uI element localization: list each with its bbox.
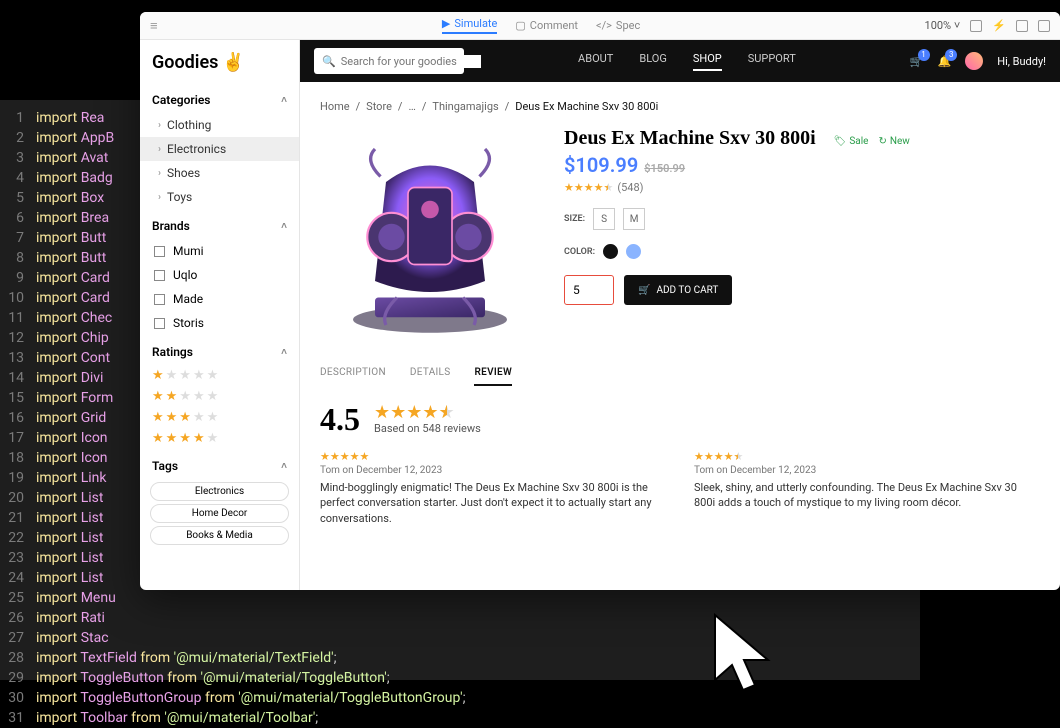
section-ratings[interactable]: Ratings˄	[140, 335, 299, 365]
price-old: $150.99	[644, 162, 685, 175]
category-clothing[interactable]: ›Clothing	[140, 113, 299, 137]
breadcrumb: Home / Store / … / Thingamajigs / Deus E…	[320, 100, 1040, 113]
tab-details[interactable]: DETAILS	[410, 367, 451, 386]
search-field[interactable]	[341, 55, 481, 68]
color-blue[interactable]	[626, 244, 641, 259]
tag-books-media[interactable]: Books & Media	[150, 526, 289, 545]
review-stars: ★★★★★	[320, 450, 666, 463]
chip-sale: 🏷Sale	[834, 136, 869, 147]
review-score: 4.5	[320, 401, 360, 438]
size-m[interactable]: M	[623, 208, 645, 230]
cart-icon[interactable]: 🛒1	[910, 55, 924, 68]
refresh-icon: ↻	[878, 136, 886, 147]
tool-icon-1[interactable]	[970, 20, 982, 32]
product-rating: ★★★★★★(548)	[564, 181, 1040, 194]
tab-description[interactable]: DESCRIPTION	[320, 367, 386, 386]
product-image	[320, 127, 540, 347]
brand-storis[interactable]: Storis	[140, 311, 299, 335]
review-item: ★★★★★ Tom on December 12, 2023 Mind-bogg…	[320, 450, 666, 526]
crumb-current: Deus Ex Machine Sxv 30 800i	[515, 100, 658, 113]
logo: Goodies ✌	[140, 50, 299, 83]
crumb-thingamajigs[interactable]: Thingamajigs	[432, 100, 498, 113]
rating-filter-2[interactable]: ★★★★★	[140, 386, 299, 407]
chevron-up-icon: ˄	[281, 95, 287, 106]
tool-icon-3[interactable]	[1038, 20, 1050, 32]
summary-stars: ★★★★★★	[374, 404, 481, 422]
review-text: Sleek, shiny, and utterly confounding. T…	[694, 480, 1040, 511]
rating-filter-4[interactable]: ★★★★★	[140, 428, 299, 449]
tag-electronics[interactable]: Electronics	[150, 482, 289, 501]
avatar[interactable]	[965, 52, 983, 70]
chevron-up-icon: ˄	[281, 461, 287, 472]
main-topbar: 🔍 ABOUT BLOG SHOP SUPPORT 🛒1 🔔3 Hi, Budd…	[300, 40, 1060, 82]
color-black[interactable]	[603, 244, 618, 259]
review-item: ★★★★★★ Tom on December 12, 2023 Sleek, s…	[694, 450, 1040, 526]
review-meta: Tom on December 12, 2023	[320, 465, 666, 476]
tag-icon: 🏷	[834, 136, 847, 147]
review-meta: Tom on December 12, 2023	[694, 465, 1040, 476]
greeting: Hi, Buddy!	[997, 55, 1046, 68]
chevron-up-icon: ˄	[281, 221, 287, 232]
nav-blog[interactable]: BLOG	[639, 52, 667, 71]
bell-icon[interactable]: 🔔3	[938, 55, 952, 68]
based-on: Based on 548 reviews	[374, 422, 481, 435]
crumb-home[interactable]: Home	[320, 100, 350, 113]
category-electronics[interactable]: ›Electronics	[140, 137, 299, 161]
product-tabs: DESCRIPTION DETAILS REVIEW	[320, 367, 1040, 387]
lightning-icon[interactable]: ⚡	[992, 19, 1006, 32]
section-categories[interactable]: Categories˄	[140, 83, 299, 113]
tag-home-decor[interactable]: Home Decor	[150, 504, 289, 523]
hamburger-icon[interactable]: ≡	[150, 18, 158, 34]
section-brands[interactable]: Brands˄	[140, 209, 299, 239]
section-tags[interactable]: Tags˄	[140, 449, 299, 479]
main-content: 🔍 ABOUT BLOG SHOP SUPPORT 🛒1 🔔3 Hi, Budd…	[300, 40, 1060, 590]
simulator-topbar: ≡ ▶ Simulate ▢ Comment </> Spec 100% ˅ ⚡	[140, 12, 1060, 40]
zoom-level[interactable]: 100% ˅	[925, 19, 961, 32]
review-text: Mind-bogglingly enigmatic! The Deus Ex M…	[320, 480, 666, 526]
simulator-window: ≡ ▶ Simulate ▢ Comment </> Spec 100% ˅ ⚡…	[140, 12, 1060, 590]
crumb-store[interactable]: Store	[366, 100, 392, 113]
sidebar: Goodies ✌ Categories˄ ›Clothing ›Electro…	[140, 40, 300, 590]
category-toys[interactable]: ›Toys	[140, 185, 299, 209]
add-to-cart-button[interactable]: 🛒ADD TO CART	[624, 275, 732, 305]
brand-made[interactable]: Made	[140, 287, 299, 311]
search-icon: 🔍	[322, 55, 336, 68]
tab-review[interactable]: REVIEW	[474, 367, 512, 386]
review-stars: ★★★★★★	[694, 450, 1040, 463]
chip-new: ↻New	[878, 136, 909, 147]
product-title: Deus Ex Machine Sxv 30 800i	[564, 127, 816, 150]
tab-simulate[interactable]: ▶ Simulate	[442, 17, 497, 34]
brand-uqlo[interactable]: Uqlo	[140, 263, 299, 287]
product-price: $109.99$150.99	[564, 153, 1040, 177]
brand-mumi[interactable]: Mumi	[140, 239, 299, 263]
rating-filter-1[interactable]: ★★★★★	[140, 365, 299, 386]
nav-about[interactable]: ABOUT	[578, 52, 613, 71]
nav-support[interactable]: SUPPORT	[748, 52, 796, 71]
tab-spec[interactable]: </> Spec	[596, 17, 640, 34]
chevron-up-icon: ˄	[281, 347, 287, 358]
search-input[interactable]: 🔍	[314, 48, 464, 74]
cart-icon: 🛒	[638, 285, 650, 296]
tab-comment[interactable]: ▢ Comment	[515, 17, 578, 34]
rating-filter-3[interactable]: ★★★★★	[140, 407, 299, 428]
crumb-ellipsis[interactable]: …	[408, 100, 415, 113]
category-shoes[interactable]: ›Shoes	[140, 161, 299, 185]
tool-icon-2[interactable]	[1016, 20, 1028, 32]
nav-shop[interactable]: SHOP	[693, 52, 722, 71]
size-s[interactable]: S	[593, 208, 615, 230]
review-summary: 4.5 ★★★★★★ Based on 548 reviews	[320, 401, 1040, 438]
qty-input[interactable]	[564, 275, 614, 305]
